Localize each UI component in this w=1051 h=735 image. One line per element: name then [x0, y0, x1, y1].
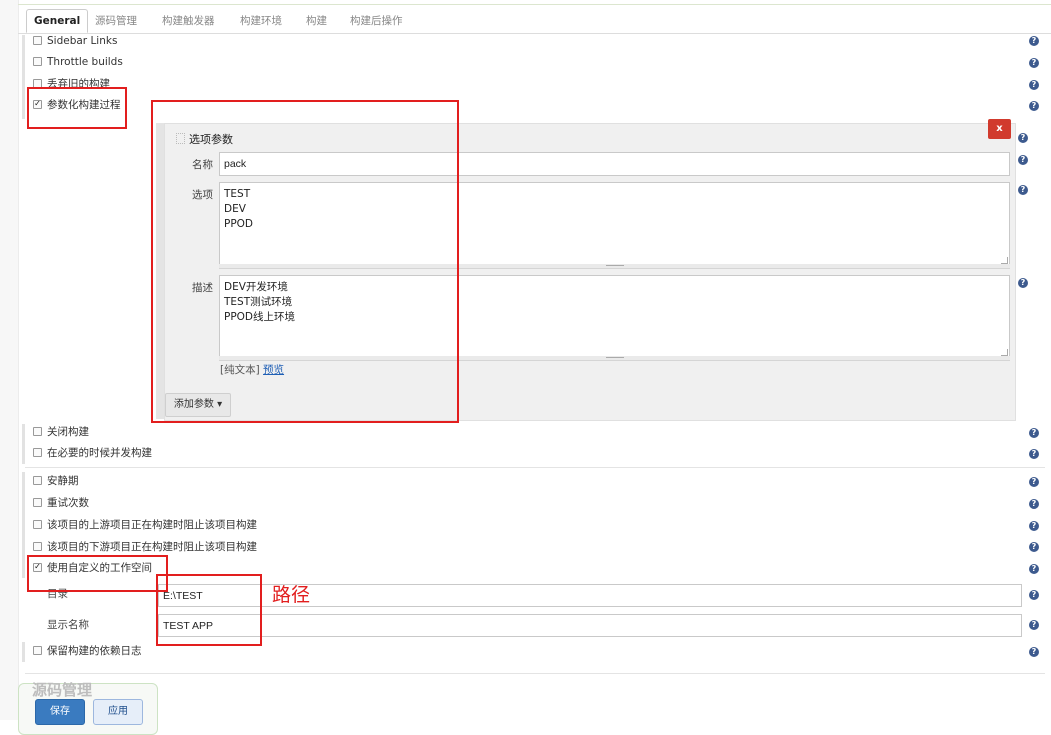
display-name-input[interactable]	[158, 614, 1022, 637]
tab-triggers[interactable]: 构建触发器	[155, 10, 222, 32]
help-icon[interactable]: ?	[1029, 36, 1039, 46]
help-icon[interactable]: ?	[1029, 58, 1039, 68]
help-icon[interactable]: ?	[1029, 564, 1039, 574]
display-name-label: 显示名称	[47, 619, 89, 631]
checkbox-icon[interactable]	[33, 56, 42, 66]
option-label: 在必要的时候并发构建	[47, 447, 152, 459]
option-retry-count[interactable]: 重试次数	[33, 495, 89, 511]
help-icon[interactable]: ?	[1018, 155, 1028, 165]
section-divider	[25, 673, 1045, 674]
help-icon[interactable]: ?	[1029, 620, 1039, 630]
delete-param-button[interactable]: x	[988, 119, 1011, 139]
tab-general[interactable]: General	[26, 9, 89, 33]
option-label: Sidebar Links	[47, 35, 118, 47]
option-label: 关闭构建	[47, 426, 89, 438]
option-block-downstream[interactable]: 该项目的下游项目正在构建时阻止该项目构建	[33, 539, 257, 555]
option-sidebar-links[interactable]: Sidebar Links	[33, 33, 117, 49]
checkbox-icon[interactable]	[33, 447, 42, 457]
help-icon[interactable]: ?	[1029, 80, 1039, 90]
annotation-box-workspace	[27, 555, 168, 592]
left-sidebar-strip	[0, 0, 19, 720]
help-icon[interactable]: ?	[1029, 542, 1039, 552]
option-throttle-builds[interactable]: Throttle builds	[33, 54, 123, 70]
checkbox-icon[interactable]	[33, 426, 42, 436]
option-label: 该项目的上游项目正在构建时阻止该项目构建	[47, 519, 257, 531]
annotation-box-parameterized	[27, 87, 127, 129]
section-divider	[25, 467, 1045, 468]
annotation-box-path	[156, 574, 262, 646]
option-label: 安静期	[47, 475, 79, 487]
checkbox-icon[interactable]	[33, 645, 42, 655]
resize-handle-icon[interactable]	[1001, 349, 1008, 356]
tab-build[interactable]: 构建	[299, 10, 334, 32]
tab-scm[interactable]: 源码管理	[88, 10, 144, 32]
help-icon[interactable]: ?	[1018, 133, 1028, 143]
checkbox-icon[interactable]	[33, 475, 42, 485]
help-icon[interactable]: ?	[1029, 590, 1039, 600]
checkbox-icon[interactable]	[33, 497, 42, 507]
row-bar	[22, 424, 25, 464]
help-icon[interactable]: ?	[1029, 449, 1039, 459]
option-block-upstream[interactable]: 该项目的上游项目正在构建时阻止该项目构建	[33, 517, 257, 533]
apply-button[interactable]: 应用	[93, 699, 143, 725]
help-icon[interactable]: ?	[1018, 278, 1028, 288]
help-icon[interactable]: ?	[1029, 101, 1039, 111]
config-tabs: General 源码管理 构建触发器 构建环境 构建 构建后操作	[18, 7, 1051, 34]
option-concurrent-build[interactable]: 在必要的时候并发构建	[33, 445, 152, 461]
option-disable-build[interactable]: 关闭构建	[33, 424, 89, 440]
save-button[interactable]: 保存	[35, 699, 85, 725]
row-bar	[22, 35, 25, 119]
option-quiet-period[interactable]: 安静期	[33, 473, 79, 489]
help-icon[interactable]: ?	[1018, 185, 1028, 195]
row-bar	[22, 472, 25, 578]
help-icon[interactable]: ?	[1029, 647, 1039, 657]
checkbox-icon[interactable]	[33, 519, 42, 529]
annotation-label: 路径	[272, 584, 311, 606]
option-label: 重试次数	[47, 497, 89, 509]
option-label: 保留构建的依赖日志	[47, 645, 142, 657]
annotation-box-parameters	[151, 100, 459, 423]
tab-post-build[interactable]: 构建后操作	[343, 10, 410, 32]
option-label: 该项目的下游项目正在构建时阻止该项目构建	[47, 541, 257, 553]
section-title-scm: 源码管理	[32, 681, 93, 699]
help-icon[interactable]: ?	[1029, 477, 1039, 487]
resize-handle-icon[interactable]	[1001, 257, 1008, 264]
row-bar	[22, 642, 25, 662]
help-icon[interactable]: ?	[1029, 428, 1039, 438]
option-keep-dependency-log[interactable]: 保留构建的依赖日志	[33, 643, 142, 659]
tab-build-env[interactable]: 构建环境	[233, 10, 289, 32]
checkbox-icon[interactable]	[33, 35, 42, 45]
help-icon[interactable]: ?	[1029, 499, 1039, 509]
checkbox-icon[interactable]	[33, 541, 42, 551]
top-divider	[18, 4, 1051, 5]
option-label: Throttle builds	[47, 56, 123, 68]
help-icon[interactable]: ?	[1029, 521, 1039, 531]
